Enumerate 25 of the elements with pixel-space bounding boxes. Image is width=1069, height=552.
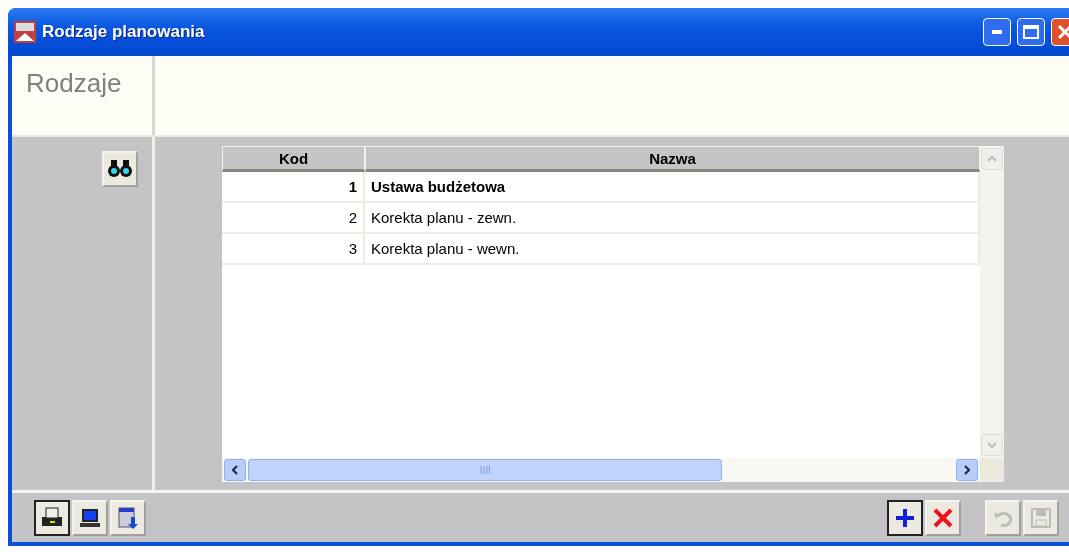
print-button[interactable]: [34, 499, 70, 536]
table-cell: 1: [222, 172, 365, 201]
app-icon: [14, 21, 36, 43]
horizontal-scrollbar[interactable]: [222, 458, 980, 482]
scrollbar-corner: [980, 458, 1004, 482]
minimize-button[interactable]: [983, 18, 1011, 46]
search-button[interactable]: [102, 151, 138, 187]
column-header[interactable]: Nazwa: [365, 146, 980, 172]
close-icon: [1057, 24, 1069, 40]
table-export-icon: [115, 504, 141, 531]
maximize-icon: [1023, 25, 1039, 39]
preview-button[interactable]: [72, 499, 108, 536]
table-cell: 2: [222, 203, 365, 232]
grip-icon: [480, 466, 490, 474]
window-title: Rodzaje planowania: [42, 22, 206, 42]
table-cell: 3: [222, 234, 365, 263]
minimize-icon: [992, 30, 1002, 34]
section-title: Rodzaje: [12, 56, 155, 135]
add-button[interactable]: [887, 499, 923, 536]
export-button[interactable]: [110, 499, 146, 536]
delete-button[interactable]: [925, 499, 961, 536]
vertical-scrollbar[interactable]: [980, 146, 1004, 458]
column-header[interactable]: Kod: [222, 146, 365, 172]
maximize-button[interactable]: [1017, 18, 1045, 46]
binoculars-icon: [108, 160, 132, 178]
